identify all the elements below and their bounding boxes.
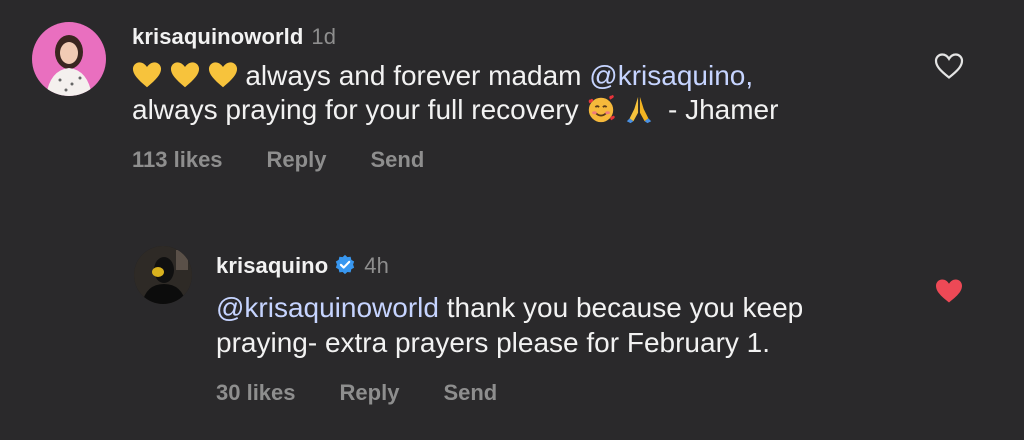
send-button[interactable]: Send — [443, 380, 497, 405]
send-button[interactable]: Send — [370, 147, 424, 172]
like-heart-icon[interactable] — [934, 52, 964, 80]
reply-button[interactable]: Reply — [340, 380, 400, 405]
smiling-face-with-hearts-icon — [589, 95, 616, 123]
liked-heart-icon[interactable] — [934, 277, 964, 305]
avatar[interactable] — [32, 22, 106, 96]
comment-timestamp: 1d — [311, 24, 337, 49]
reply-username[interactable]: krisaquino — [216, 253, 328, 278]
reply-body-line2: praying- extra prayers please for Februa… — [216, 325, 770, 361]
reply-body: @krisaquinoworld thank you because you k… — [216, 290, 803, 326]
reply-timestamp: 4h — [364, 253, 389, 278]
mention-link[interactable]: @krisaquino, — [589, 60, 753, 91]
comment-body: always and forever madam @krisaquino, — [132, 58, 753, 94]
comment-username[interactable]: krisaquinoworld — [132, 24, 303, 49]
reply-actions: 30 likes Reply Send — [216, 380, 541, 406]
reply-text: praying- extra prayers please for Februa… — [216, 327, 771, 358]
comment-text: always and forever madam — [245, 60, 582, 91]
mention-link[interactable]: @krisaquinoworld — [216, 292, 439, 323]
comment-body-line2: always praying for your full recovery - … — [132, 92, 778, 128]
verified-badge-icon — [336, 254, 355, 275]
comment-text: always praying for your full recovery — [132, 94, 579, 125]
reply-button[interactable]: Reply — [267, 147, 327, 172]
likes-count[interactable]: 113 likes — [132, 147, 223, 172]
likes-count[interactable]: 30 likes — [216, 380, 296, 405]
comment-actions: 113 likes Reply Send — [132, 147, 468, 173]
yellow-heart-icon — [170, 62, 199, 88]
folded-hands-icon — [627, 96, 652, 124]
reply-text: thank you because you keep — [446, 292, 804, 323]
yellow-heart-icon — [132, 62, 162, 88]
avatar[interactable] — [134, 246, 192, 304]
yellow-heart-icon — [208, 62, 237, 88]
comment-signature: - Jhamer — [667, 94, 779, 125]
